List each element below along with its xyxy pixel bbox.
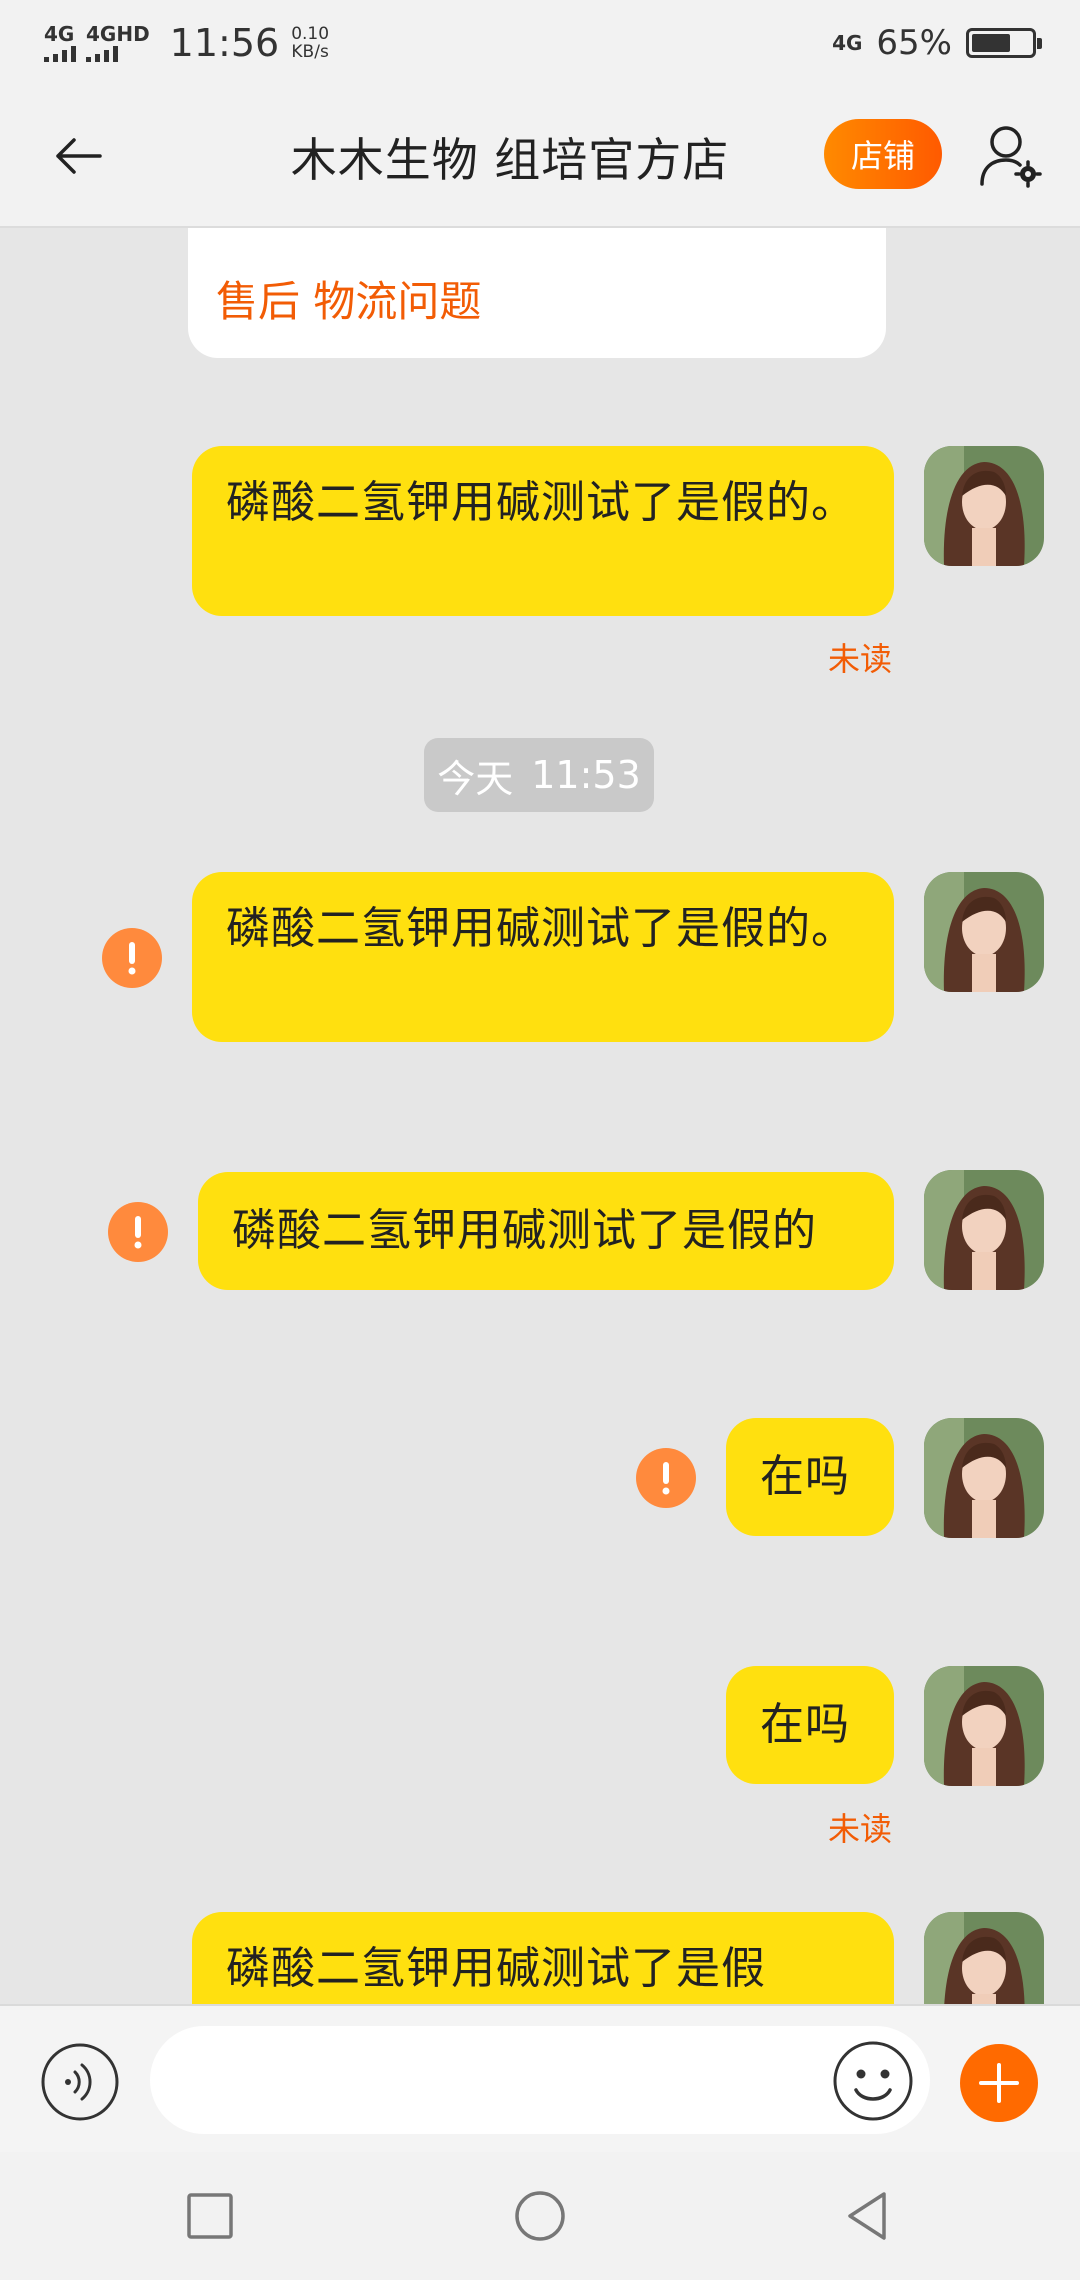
message-bubble[interactable]: 磷酸二氢钾用碱测试了是假: [192, 1912, 894, 2004]
timestamp-time: 11:53: [531, 753, 641, 797]
network-speed: 0.10 KB/s: [291, 25, 329, 61]
more-button[interactable]: [960, 2044, 1038, 2122]
battery-percent: 65%: [876, 23, 952, 63]
shop-title: 木木生物 组培官方店: [290, 133, 730, 187]
resend-button[interactable]: [102, 928, 162, 988]
signal-sim2: 4GHD: [86, 24, 150, 62]
chat-area[interactable]: 售后 物流问题 磷酸二氢钾用碱测试了是假的。 未读 今天 11:53 磷酸二氢钾…: [0, 228, 1080, 2004]
avatar[interactable]: [924, 1170, 1044, 1290]
message-text: 在吗: [760, 1699, 850, 1750]
message-bubble[interactable]: 磷酸二氢钾用碱测试了是假的。: [192, 872, 894, 1042]
voice-button[interactable]: [40, 2042, 120, 2122]
avatar-photo-icon: [924, 1666, 1044, 1786]
input-bar: [0, 2004, 1080, 2152]
avatar-photo-icon: [924, 1912, 1044, 2004]
user-settings-button[interactable]: [978, 122, 1046, 190]
after-sales-logistics-link[interactable]: 售后 物流问题: [216, 268, 481, 329]
avatar[interactable]: [924, 1418, 1044, 1538]
avatar-photo-icon: [924, 872, 1044, 992]
chat-header: 木木生物 组培官方店 店铺: [0, 86, 1080, 228]
arrow-left-icon: [56, 138, 102, 174]
battery-level-fill: [972, 34, 1010, 52]
avatar[interactable]: [924, 1912, 1044, 2004]
network-speed-value: 0.10: [291, 24, 330, 44]
message-text: 在吗: [760, 1451, 850, 1502]
message-input[interactable]: [150, 2026, 930, 2134]
home-button[interactable]: [510, 2186, 570, 2246]
message-bubble[interactable]: 在吗: [726, 1666, 894, 1784]
timestamp-pill: 今天 11:53: [424, 738, 654, 812]
network-type-right: 4G: [832, 31, 863, 55]
message-text: 磷酸二氢钾用碱测试了是假的: [232, 1205, 817, 1256]
message-bubble[interactable]: 磷酸二氢钾用碱测试了是假的: [198, 1172, 894, 1290]
recents-button[interactable]: [180, 2186, 240, 2246]
avatar-photo-icon: [924, 1418, 1044, 1538]
system-nav-bar: [0, 2152, 1080, 2280]
back-button[interactable]: [48, 126, 108, 186]
avatar-photo-icon: [924, 1170, 1044, 1290]
avatar-photo-icon: [924, 446, 1044, 566]
unread-label: 未读: [827, 1810, 892, 1848]
voice-icon: [41, 2043, 119, 2121]
message-text: 磷酸二氢钾用碱测试了是假的。: [226, 477, 856, 528]
timestamp-day: 今天: [437, 756, 514, 801]
signal-bars-icon: [44, 46, 76, 62]
quick-reply-card: 售后 物流问题: [188, 228, 886, 358]
square-icon: [187, 2193, 233, 2239]
smiley-icon: [833, 2041, 913, 2121]
network-type-sim1: 4G: [44, 22, 75, 46]
unread-label: 未读: [827, 640, 892, 678]
message-bubble[interactable]: 在吗: [726, 1418, 894, 1536]
avatar[interactable]: [924, 1666, 1044, 1786]
exclamation-icon: [128, 942, 136, 975]
status-right: 4G 65%: [832, 0, 1042, 86]
emoji-button[interactable]: [832, 2040, 914, 2122]
message-text: 磷酸二氢钾用碱测试了是假: [226, 1943, 766, 1994]
exclamation-icon: [134, 1216, 142, 1249]
plus-icon: [979, 2063, 1019, 2103]
network-type-sim2: 4GHD: [86, 22, 150, 46]
system-back-button[interactable]: [838, 2186, 898, 2246]
avatar[interactable]: [924, 446, 1044, 566]
signal-bars-icon: [86, 46, 118, 62]
message-bubble[interactable]: 磷酸二氢钾用碱测试了是假的。: [192, 446, 894, 616]
message-text: 磷酸二氢钾用碱测试了是假的。: [226, 903, 856, 954]
resend-button[interactable]: [108, 1202, 168, 1262]
battery-icon: [966, 28, 1042, 58]
signal-sim1: 4G: [44, 24, 76, 62]
triangle-back-icon: [848, 2192, 886, 2240]
network-speed-unit: KB/s: [291, 42, 329, 62]
avatar[interactable]: [924, 872, 1044, 992]
user-gear-icon: [980, 126, 1042, 188]
status-bar: 4G 4GHD 11:56 0.10 KB/s 4G 65%: [0, 0, 1080, 86]
circle-icon: [515, 2191, 565, 2241]
shop-button[interactable]: 店铺: [824, 119, 942, 189]
clock: 11:56: [169, 21, 280, 65]
exclamation-icon: [662, 1462, 670, 1495]
resend-button[interactable]: [636, 1448, 696, 1508]
